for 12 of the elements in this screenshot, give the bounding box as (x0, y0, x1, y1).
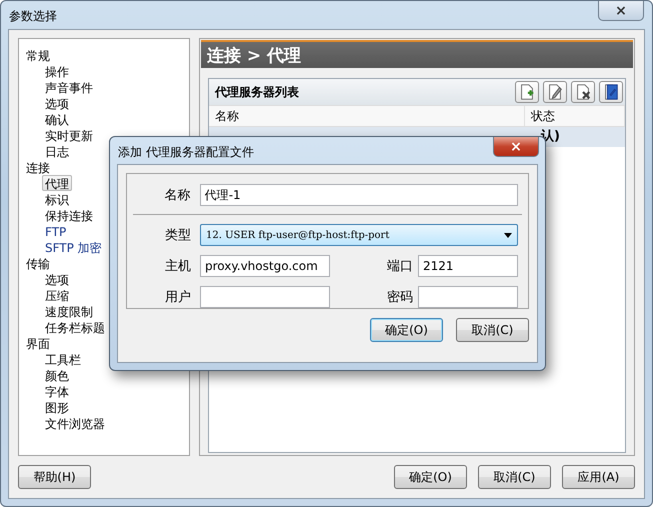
field-label: 类型 (164, 227, 192, 244)
column-header: 名称 (209, 106, 525, 126)
window-title: 参数选择 (9, 8, 57, 25)
field-label: 主机 (164, 258, 192, 275)
field-label: 名称 (164, 187, 192, 204)
field-label: 端口 (386, 258, 414, 275)
list-title: 代理服务器列表 (215, 84, 299, 100)
field-label: 密码 (386, 289, 414, 306)
panel-header: 连接 > 代理 (201, 40, 633, 68)
dialog-title: 添加 代理服务器配置文件 (118, 144, 254, 161)
field-label: 用户 (164, 289, 192, 306)
column-header: 状态 (525, 106, 625, 126)
